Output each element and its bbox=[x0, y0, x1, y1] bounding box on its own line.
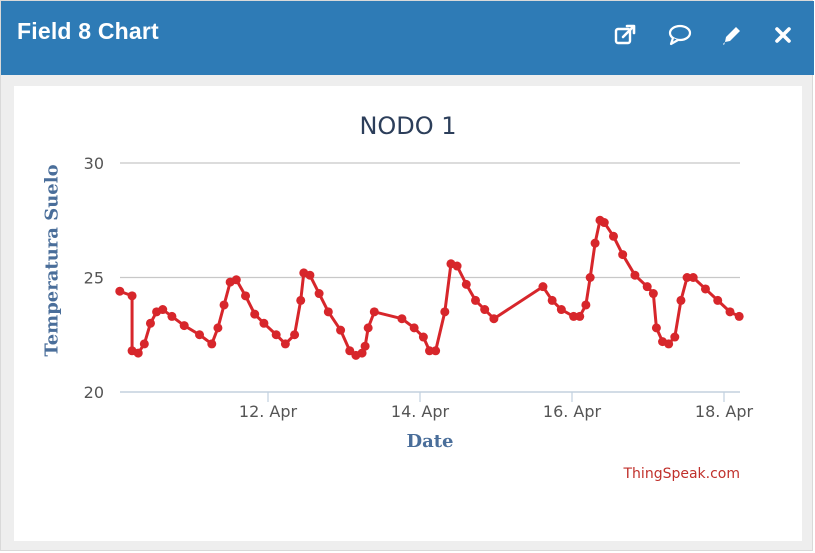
panel-header: Field 8 Chart bbox=[1, 1, 814, 75]
data-point bbox=[127, 291, 137, 301]
data-point bbox=[608, 231, 618, 241]
data-point bbox=[618, 250, 628, 260]
x-tick-label: 14. Apr bbox=[391, 402, 450, 421]
data-point bbox=[323, 307, 333, 317]
y-tick-label: 20 bbox=[84, 383, 104, 402]
x-tick-label: 12. Apr bbox=[239, 402, 298, 421]
data-point bbox=[461, 279, 471, 289]
y-tick-label: 25 bbox=[84, 269, 104, 288]
data-point bbox=[418, 332, 428, 342]
data-point bbox=[648, 289, 658, 299]
data-point bbox=[145, 318, 155, 328]
y-tick-label: 30 bbox=[84, 154, 104, 173]
data-point bbox=[409, 323, 419, 333]
chart-card: 20 25 30 12. Apr 14. Apr 16. Apr 18. Apr NODO … bbox=[14, 86, 802, 541]
data-point bbox=[231, 275, 241, 285]
panel-title: Field 8 Chart bbox=[17, 18, 159, 44]
data-point bbox=[440, 307, 450, 317]
close-button[interactable] bbox=[768, 21, 798, 49]
data-point bbox=[585, 273, 595, 282]
data-point bbox=[195, 330, 205, 340]
data-point bbox=[642, 282, 652, 292]
data-point bbox=[713, 295, 723, 305]
data-point bbox=[133, 348, 143, 358]
data-point bbox=[556, 305, 566, 315]
data-point bbox=[219, 300, 229, 310]
data-point bbox=[489, 314, 499, 324]
data-point bbox=[305, 270, 315, 280]
data-point bbox=[630, 270, 640, 280]
data-point bbox=[547, 295, 557, 305]
open-external-button[interactable] bbox=[610, 21, 640, 49]
x-tick-label: 18. Apr bbox=[695, 402, 754, 421]
close-icon bbox=[775, 27, 791, 43]
x-tick-label: 16. Apr bbox=[543, 402, 602, 421]
data-point bbox=[651, 323, 661, 333]
data-point bbox=[207, 339, 217, 349]
data-point bbox=[676, 295, 686, 305]
data-point bbox=[599, 218, 609, 228]
data-point bbox=[360, 341, 370, 351]
y-axis-label: Temperatura Suelo bbox=[41, 164, 63, 357]
edit-button[interactable] bbox=[717, 21, 747, 49]
data-point bbox=[700, 284, 710, 294]
data-point bbox=[167, 311, 177, 321]
data-point bbox=[397, 314, 407, 324]
data-point bbox=[431, 346, 441, 356]
data-point bbox=[280, 339, 290, 349]
data-point bbox=[259, 318, 269, 328]
data-point bbox=[271, 330, 281, 340]
open-external-icon bbox=[614, 24, 636, 45]
data-point bbox=[296, 295, 306, 305]
data-point bbox=[290, 330, 300, 340]
data-point bbox=[664, 339, 674, 349]
thingspeak-credit-link[interactable]: ThingSpeak.com bbox=[624, 466, 741, 482]
comment-icon bbox=[668, 24, 692, 46]
data-point bbox=[480, 305, 490, 315]
data-point bbox=[470, 295, 480, 305]
comment-button[interactable] bbox=[665, 21, 695, 49]
data-point bbox=[734, 311, 744, 321]
data-point bbox=[575, 311, 585, 321]
data-point bbox=[179, 321, 189, 331]
data-point bbox=[336, 325, 346, 335]
data-point bbox=[670, 332, 680, 342]
edit-pencil-icon bbox=[723, 27, 740, 45]
data-point bbox=[363, 323, 373, 333]
data-point bbox=[241, 291, 251, 301]
data-point bbox=[369, 307, 379, 317]
data-point bbox=[314, 289, 324, 299]
chart-panel: Field 8 Chart 20 25 30 12. Apr 14. Apr 1… bbox=[0, 0, 814, 551]
data-point bbox=[590, 238, 600, 248]
data-point bbox=[213, 323, 223, 333]
data-point bbox=[452, 261, 462, 271]
data-point bbox=[250, 309, 260, 319]
data-point bbox=[139, 339, 149, 349]
data-point bbox=[538, 282, 548, 292]
data-point bbox=[581, 300, 591, 310]
data-point bbox=[725, 307, 735, 317]
data-point bbox=[158, 305, 168, 315]
x-axis-label: Date bbox=[406, 431, 454, 452]
chart-title: NODO 1 bbox=[359, 112, 457, 140]
data-point bbox=[115, 286, 125, 296]
data-point bbox=[688, 273, 698, 282]
